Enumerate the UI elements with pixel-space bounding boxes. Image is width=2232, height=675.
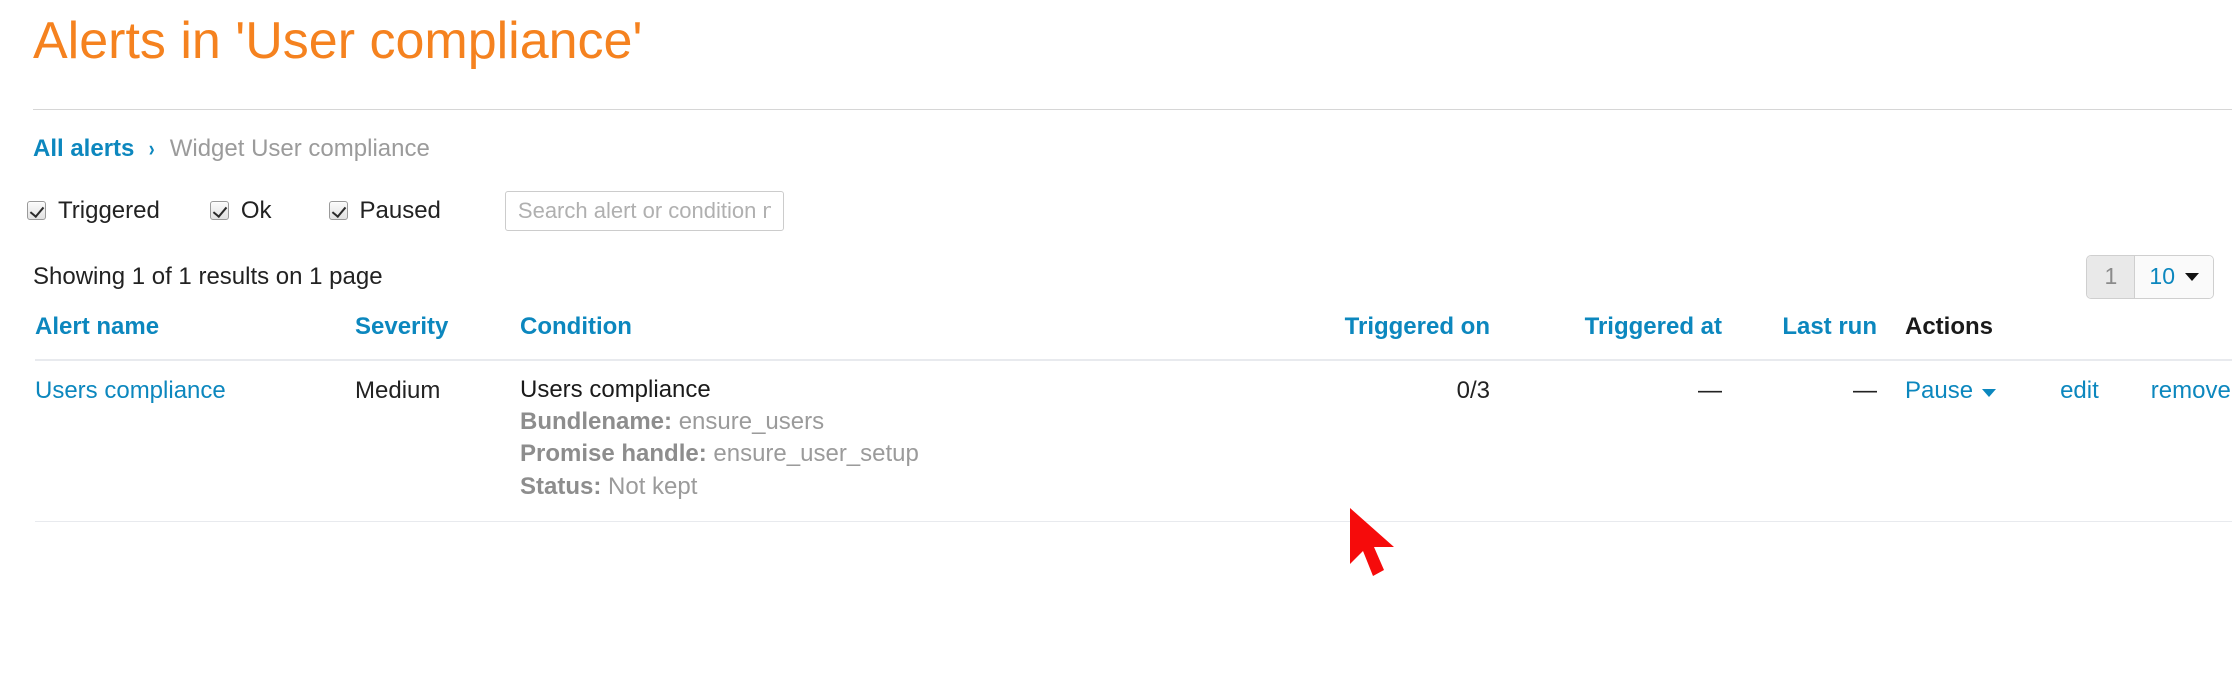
results-summary: Showing 1 of 1 results on 1 page bbox=[33, 262, 383, 290]
pause-dropdown[interactable]: Pause bbox=[1905, 377, 1997, 405]
filter-bar: Triggered Ok Paused bbox=[27, 189, 2232, 233]
checkbox-paused-icon[interactable] bbox=[328, 201, 348, 221]
cell-triggered-at: — bbox=[1520, 359, 1760, 523]
condition-status: Status: Not kept bbox=[520, 474, 1200, 499]
breadcrumb-all-alerts-link[interactable]: All alerts bbox=[33, 136, 134, 161]
page-title: Alerts in 'User compliance' bbox=[33, 12, 643, 70]
table-row: Users compliance Medium Users compliance… bbox=[35, 359, 2232, 523]
filter-paused-label: Paused bbox=[359, 196, 441, 224]
page-number-button[interactable]: 1 bbox=[2087, 255, 2136, 298]
pagination: 1 10 bbox=[2086, 254, 2214, 299]
condition-promise-handle-label: Promise handle: bbox=[520, 440, 707, 468]
results-bar: Showing 1 of 1 results on 1 page 1 10 bbox=[0, 254, 2232, 299]
cell-last-run: — bbox=[1760, 359, 1905, 523]
column-header-severity[interactable]: Severity bbox=[355, 298, 520, 361]
alerts-table: Alert name Severity Condition Triggered … bbox=[35, 298, 2232, 523]
condition-status-label: Status: bbox=[520, 472, 602, 500]
checkbox-ok-icon[interactable] bbox=[209, 201, 229, 221]
condition-title: Users compliance bbox=[520, 375, 711, 403]
filter-ok-label: Ok bbox=[240, 196, 272, 224]
title-divider bbox=[33, 108, 2232, 110]
alerts-page: Alerts in 'User compliance' All alerts ›… bbox=[0, 0, 2232, 523]
column-header-alert-name[interactable]: Alert name bbox=[35, 298, 355, 361]
filter-paused[interactable]: Paused bbox=[328, 196, 441, 225]
column-header-actions: Actions bbox=[1905, 298, 2232, 361]
actions-group: Pause edit remove bbox=[1905, 377, 2232, 405]
column-header-condition[interactable]: Condition bbox=[520, 298, 1200, 361]
pause-action-label[interactable]: Pause bbox=[1905, 377, 1973, 405]
condition-status-value: Not kept bbox=[608, 472, 698, 500]
remove-action-link[interactable]: remove bbox=[2151, 377, 2231, 405]
cell-alert-name: Users compliance bbox=[35, 359, 355, 523]
condition-bundlename-label: Bundlename: bbox=[520, 408, 673, 436]
cell-condition: Users compliance Bundlename: ensure_user… bbox=[520, 359, 1200, 523]
chevron-down-icon bbox=[1982, 388, 1997, 397]
table-header-row: Alert name Severity Condition Triggered … bbox=[35, 298, 2232, 361]
breadcrumb-current: Widget User compliance bbox=[169, 134, 430, 162]
filter-triggered[interactable]: Triggered bbox=[27, 197, 160, 225]
condition-bundlename-value: ensure_users bbox=[678, 408, 825, 436]
cell-actions: Pause edit remove bbox=[1905, 359, 2232, 523]
filter-triggered-label: Triggered bbox=[58, 196, 160, 224]
breadcrumb: All alerts › Widget User compliance bbox=[33, 134, 2232, 162]
condition-promise-handle-value: ensure_user_setup bbox=[713, 440, 919, 468]
condition-promise-handle: Promise handle: ensure_user_setup bbox=[520, 441, 1200, 466]
edit-action-link[interactable]: edit bbox=[2060, 377, 2099, 405]
page-size-value: 10 bbox=[2149, 263, 2175, 290]
alert-name-link[interactable]: Users compliance bbox=[35, 377, 226, 404]
column-header-last-run[interactable]: Last run bbox=[1760, 298, 1905, 361]
chevron-down-icon bbox=[2185, 272, 2199, 281]
checkbox-triggered-icon[interactable] bbox=[27, 201, 46, 221]
condition-bundlename: Bundlename: ensure_users bbox=[520, 409, 1200, 434]
page-size-dropdown[interactable]: 10 bbox=[2135, 255, 2213, 298]
cell-triggered-on: 0/3 bbox=[1200, 359, 1520, 523]
chevron-right-icon: › bbox=[149, 135, 155, 161]
cell-severity: Medium bbox=[355, 359, 520, 523]
column-header-triggered-on[interactable]: Triggered on bbox=[1200, 298, 1520, 361]
column-header-triggered-at[interactable]: Triggered at bbox=[1520, 298, 1760, 361]
filter-ok[interactable]: Ok bbox=[209, 196, 272, 225]
search-input[interactable] bbox=[504, 190, 784, 231]
